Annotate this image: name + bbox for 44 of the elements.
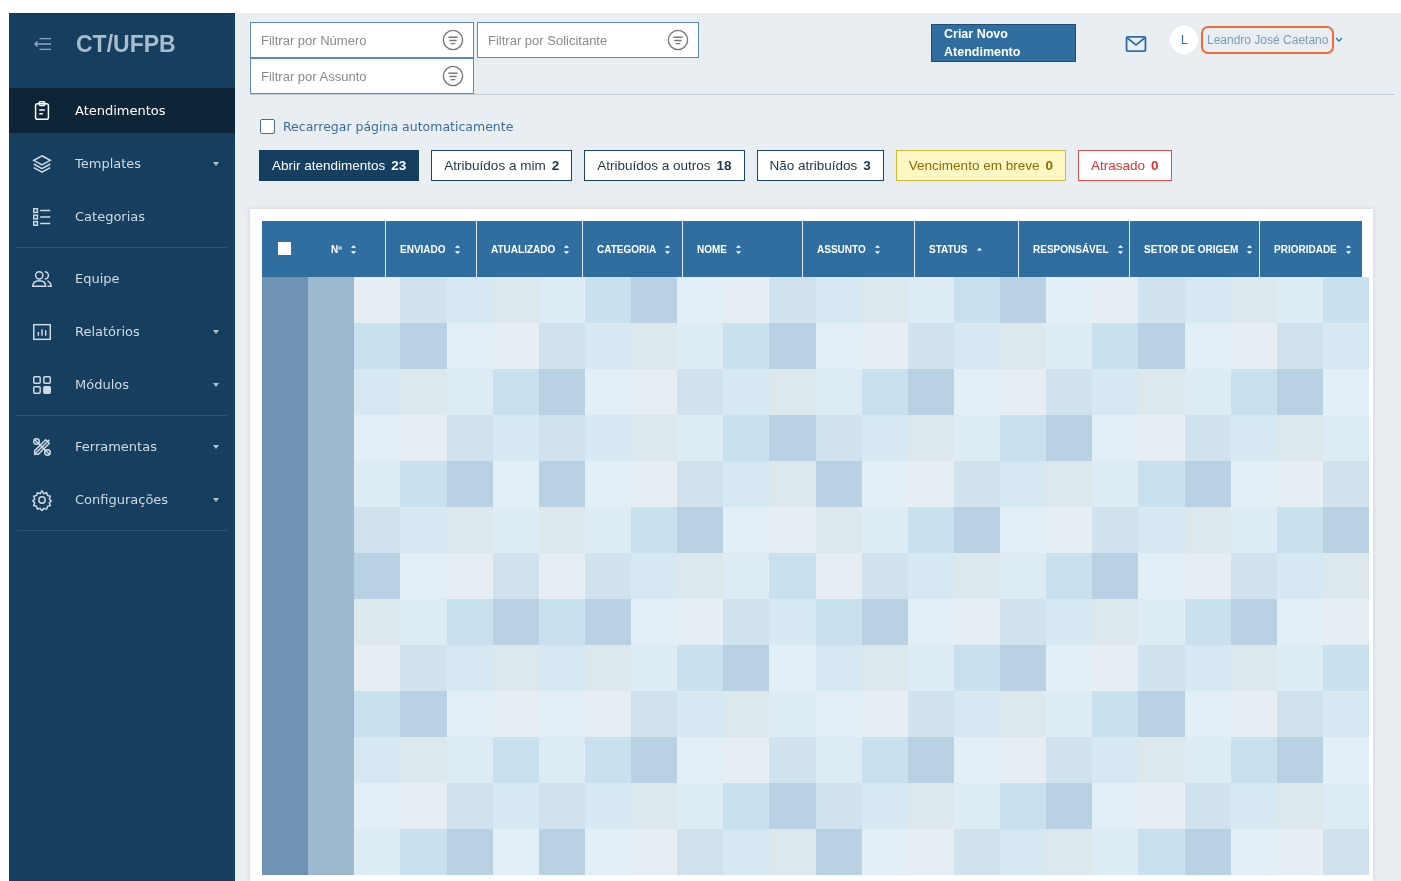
- filter-tab[interactable]: Abrir atendimentos 23: [259, 150, 420, 181]
- settings-icon: [31, 488, 53, 511]
- sidebar-item[interactable]: Atendimentos: [9, 88, 235, 133]
- sort-icon[interactable]: [1116, 243, 1124, 255]
- sort-icon[interactable]: [453, 243, 461, 255]
- sidebar-item[interactable]: Templates: [9, 141, 235, 186]
- sort-icon[interactable]: [1344, 243, 1352, 255]
- filter-tab[interactable]: Atrasado 0: [1077, 150, 1172, 181]
- filter-field[interactable]: Filtrar por Número: [250, 22, 474, 58]
- auto-reload-label[interactable]: Recarregar página automaticamente: [283, 119, 514, 134]
- mail-icon[interactable]: [1125, 35, 1147, 53]
- sidebar-item[interactable]: Categorias: [9, 194, 235, 239]
- list-icon: [31, 205, 53, 228]
- filter-tab[interactable]: Vencimento em breve 0: [895, 150, 1066, 181]
- sidebar-item[interactable]: Equipe: [9, 256, 235, 301]
- filter-tab[interactable]: Atribuídos a mim 2: [431, 150, 573, 181]
- sort-icon[interactable]: [873, 243, 881, 255]
- sort-icon[interactable]: [664, 243, 672, 255]
- sort-icon[interactable]: [735, 243, 742, 255]
- column-header[interactable]: PRIORIDADE: [1260, 221, 1362, 277]
- layers-icon: [31, 152, 53, 175]
- filter-icon[interactable]: [667, 29, 689, 51]
- sort-icon[interactable]: [563, 243, 571, 255]
- user-avatar[interactable]: L: [1170, 26, 1198, 54]
- filter-tab[interactable]: Atribuídos a outros 18: [584, 150, 745, 181]
- sidebar-item[interactable]: Ferramentas: [9, 424, 235, 469]
- sidebar-item[interactable]: Módulos: [9, 362, 235, 407]
- menu-icon[interactable]: [34, 37, 52, 51]
- filter-field[interactable]: Filtrar por Assunto: [250, 58, 474, 94]
- select-all-checkbox[interactable]: [278, 242, 291, 255]
- chevron-icon[interactable]: [1335, 37, 1344, 43]
- sidebar-item[interactable]: Configurações: [9, 477, 235, 522]
- checkbox[interactable]: [260, 119, 275, 134]
- sort-icon[interactable]: [1246, 243, 1254, 255]
- create-ticket-button[interactable]: Criar Novo Atendimento: [931, 24, 1076, 62]
- brand-title: CT/UFPB: [76, 30, 176, 58]
- filter-icon[interactable]: [442, 29, 464, 51]
- sidebar-item[interactable]: Relatórios: [9, 309, 235, 354]
- filter-tab[interactable]: Não atribuídos 3: [756, 150, 884, 181]
- sort-icon[interactable]: [349, 243, 357, 255]
- filter-icon[interactable]: [442, 65, 464, 87]
- tools-icon: [31, 435, 53, 458]
- filter-field[interactable]: Filtrar por Solicitante: [477, 22, 699, 58]
- grid-icon: [31, 373, 53, 396]
